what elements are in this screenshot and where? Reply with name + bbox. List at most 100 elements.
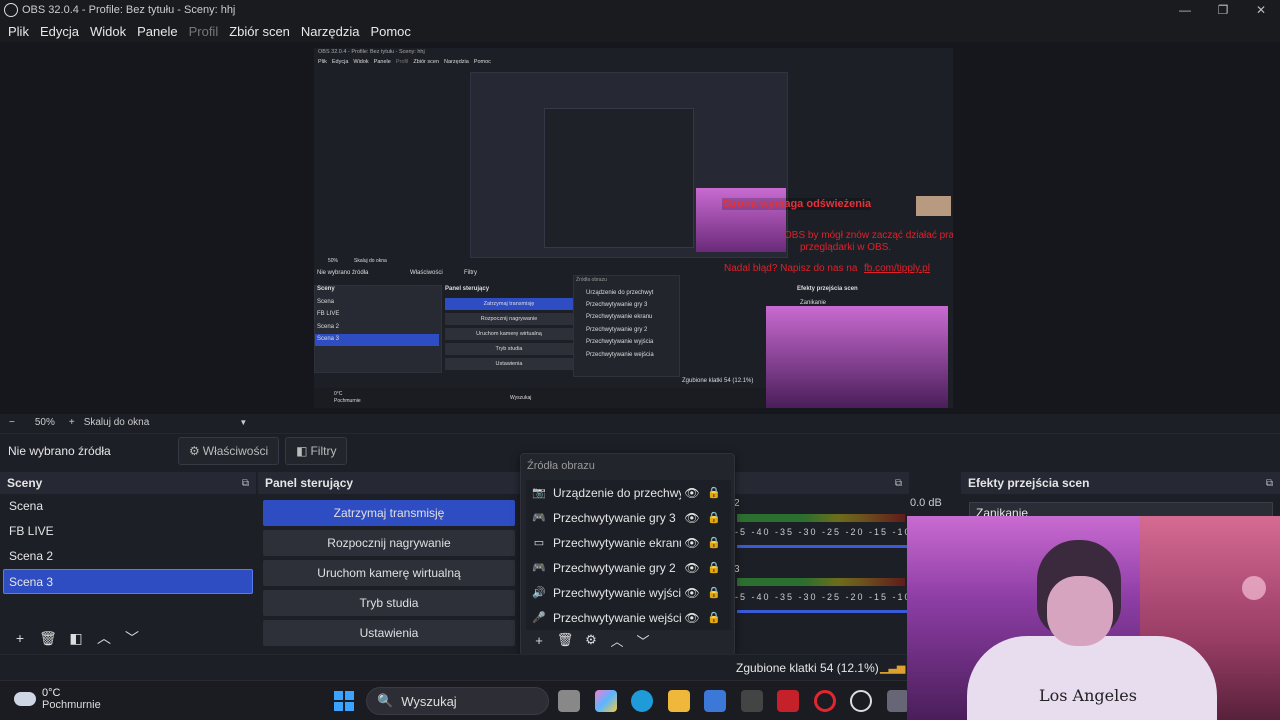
gear-icon: ⚙ — [189, 444, 200, 458]
zoom-in-button[interactable]: + — [69, 417, 75, 428]
opera-icon[interactable] — [814, 690, 836, 712]
nested-taskbar — [314, 388, 766, 408]
meter-scale: -5 -40 -35 -30 -25 -20 -15 -10 — [735, 592, 912, 602]
eye-icon[interactable]: 👁 — [681, 486, 703, 500]
scenes-toolbar: + 🗑 ◧ ︿ ﹀ — [0, 624, 256, 652]
sources-popup: Źródła obrazu 📷 Urządzenie do przechwyt 👁 🔒… — [520, 453, 735, 656]
scale-select[interactable]: Skaluj do okna — [84, 417, 150, 428]
lock-icon[interactable]: 🔒 — [703, 586, 725, 599]
trash-icon[interactable]: 🗑 — [34, 630, 62, 647]
eye-icon[interactable]: 👁 — [681, 611, 703, 625]
windows-start-icon[interactable] — [334, 691, 354, 711]
zoom-level: 50% — [34, 416, 55, 428]
eye-icon[interactable]: 👁 — [681, 561, 703, 575]
edge-icon[interactable] — [631, 690, 653, 712]
search-icon: 🔍 — [377, 693, 394, 708]
nested-source: Przechwytywanie wyjścia — [586, 339, 654, 345]
obs-logo-icon — [4, 3, 18, 17]
properties-button[interactable]: ⚙ Właściwości — [178, 437, 280, 465]
move-down-icon[interactable]: ﹀ — [118, 628, 146, 648]
source-item[interactable]: 📷 Urządzenie do przechwyt 👁 🔒 — [526, 480, 731, 505]
file-explorer-icon[interactable] — [668, 690, 690, 712]
antivirus-icon[interactable] — [777, 690, 799, 712]
nested-filters: Filtry — [464, 270, 477, 276]
weather-temp: 0°C — [42, 687, 61, 699]
undock-icon[interactable]: ⧉ — [242, 478, 249, 489]
nested-source: Przechwytywanie wejścia — [586, 352, 654, 358]
menu-widok[interactable]: Widok — [86, 24, 130, 39]
menu-profil[interactable]: Profil — [185, 24, 223, 39]
menu-narzedzia[interactable]: Narzędzia — [297, 24, 364, 39]
undock-icon[interactable]: ⧉ — [895, 478, 902, 489]
scene-item-active[interactable]: Scena 3 — [3, 569, 253, 594]
filter-icon[interactable]: ◧ — [62, 630, 90, 647]
filters-button[interactable]: ◧ Filtry — [285, 437, 348, 465]
lock-icon[interactable]: 🔒 — [703, 561, 725, 574]
nested-sources-title: Źródła obrazu — [576, 277, 607, 283]
add-icon[interactable]: + — [6, 630, 34, 646]
source-item[interactable]: 🎤 Przechwytywanie wejścia 👁 🔒 — [526, 605, 731, 630]
nested-zoom: 50% — [328, 258, 339, 264]
source-item[interactable]: 🔊 Przechwytywanie wyjścia 👁 🔒 — [526, 580, 731, 605]
scene-item[interactable]: Scena 2 — [0, 544, 256, 569]
weather-widget[interactable]: 0°C Pochmurnie — [14, 687, 101, 711]
store-icon[interactable] — [704, 690, 726, 712]
controls-dock: Panel sterujący Zatrzymaj transmisję Roz… — [258, 472, 520, 652]
source-item[interactable]: 🎮 Przechwytywanie gry 3 👁 🔒 — [526, 505, 731, 530]
start-recording-button[interactable]: Rozpocznij nagrywanie — [263, 530, 515, 556]
lock-icon[interactable]: 🔒 — [703, 511, 725, 524]
maximize-button[interactable]: ❐ — [1204, 0, 1242, 20]
zoom-out-button[interactable]: − — [9, 417, 15, 428]
volume-meter — [737, 514, 905, 522]
nested-controls-head: Panel sterujący — [445, 286, 490, 292]
transitions-dock-header: Efekty przejścia scen ⧉ — [961, 472, 1280, 494]
eye-icon[interactable]: 👁 — [681, 536, 703, 550]
shirt-text: Los Angeles — [1039, 686, 1137, 705]
lock-icon[interactable]: 🔒 — [703, 611, 725, 624]
move-up-icon[interactable]: ︿ — [90, 628, 118, 648]
no-source-selected-label: Nie wybrano źródła — [8, 444, 111, 458]
settings-icon[interactable] — [887, 690, 909, 712]
volume-slider[interactable] — [737, 610, 907, 613]
gear-icon[interactable]: ⚙ — [578, 632, 604, 648]
lock-icon[interactable]: 🔒 — [703, 486, 725, 499]
source-item[interactable]: ▭ Przechwytywanie ekranu 👁 🔒 — [526, 530, 731, 555]
title-bar: OBS 32.0.4 - Profile: Bez tytułu - Sceny… — [0, 0, 1280, 20]
trash-icon[interactable]: 🗑 — [552, 632, 578, 648]
move-up-icon[interactable]: ︿ — [604, 631, 630, 650]
meter-scale: -5 -40 -35 -30 -25 -20 -15 -10 — [735, 527, 912, 537]
scene-item[interactable]: FB LIVE — [0, 519, 256, 544]
undock-icon[interactable]: ⧉ — [1266, 478, 1273, 489]
eye-icon[interactable]: 👁 — [681, 511, 703, 525]
volume-slider[interactable] — [737, 545, 907, 548]
move-down-icon[interactable]: ﹀ — [630, 631, 656, 650]
nested-error-link: fb.com/tipply.pl — [864, 263, 930, 274]
task-view-icon[interactable] — [558, 690, 580, 712]
menu-pomoc[interactable]: Pomoc — [366, 24, 414, 39]
webcam-overlay: Los Angeles — [907, 516, 1280, 720]
virtual-camera-button[interactable]: Uruchom kamerę wirtualną — [263, 560, 515, 586]
lock-icon[interactable]: 🔒 — [703, 536, 725, 549]
audio-mixer-dock: ⧉ — [729, 472, 909, 652]
stop-stream-button[interactable]: Zatrzymaj transmisję — [263, 500, 515, 526]
settings-button[interactable]: Ustawienia — [263, 620, 515, 646]
scenes-dock: Sceny ⧉ Scena FB LIVE Scena 2 Scena 3 + 🗑… — [0, 472, 256, 652]
copilot-icon[interactable] — [595, 690, 617, 712]
source-item[interactable]: 🎮 Przechwytywanie gry 2 👁 🔒 — [526, 555, 731, 580]
menu-zbior-scen[interactable]: Zbiór scen — [225, 24, 294, 39]
nested-search: Wyszukaj — [510, 395, 532, 401]
app-icon[interactable] — [741, 690, 763, 712]
eye-icon[interactable]: 👁 — [681, 586, 703, 600]
add-icon[interactable]: + — [526, 633, 552, 648]
menu-panele[interactable]: Panele — [133, 24, 181, 39]
close-button[interactable]: ✕ — [1242, 0, 1280, 20]
taskbar-search[interactable]: 🔍 Wyszukaj — [366, 687, 549, 715]
menu-edycja[interactable]: Edycja — [36, 24, 83, 39]
menu-plik[interactable]: Plik — [4, 24, 33, 39]
scene-item[interactable]: Scena — [0, 494, 256, 519]
minimize-button[interactable]: — — [1166, 0, 1204, 20]
camera-icon: 📷 — [532, 487, 546, 499]
scale-dropdown-icon[interactable]: ▼ — [239, 418, 247, 427]
studio-mode-button[interactable]: Tryb studia — [263, 590, 515, 616]
obs-icon[interactable] — [850, 690, 872, 712]
